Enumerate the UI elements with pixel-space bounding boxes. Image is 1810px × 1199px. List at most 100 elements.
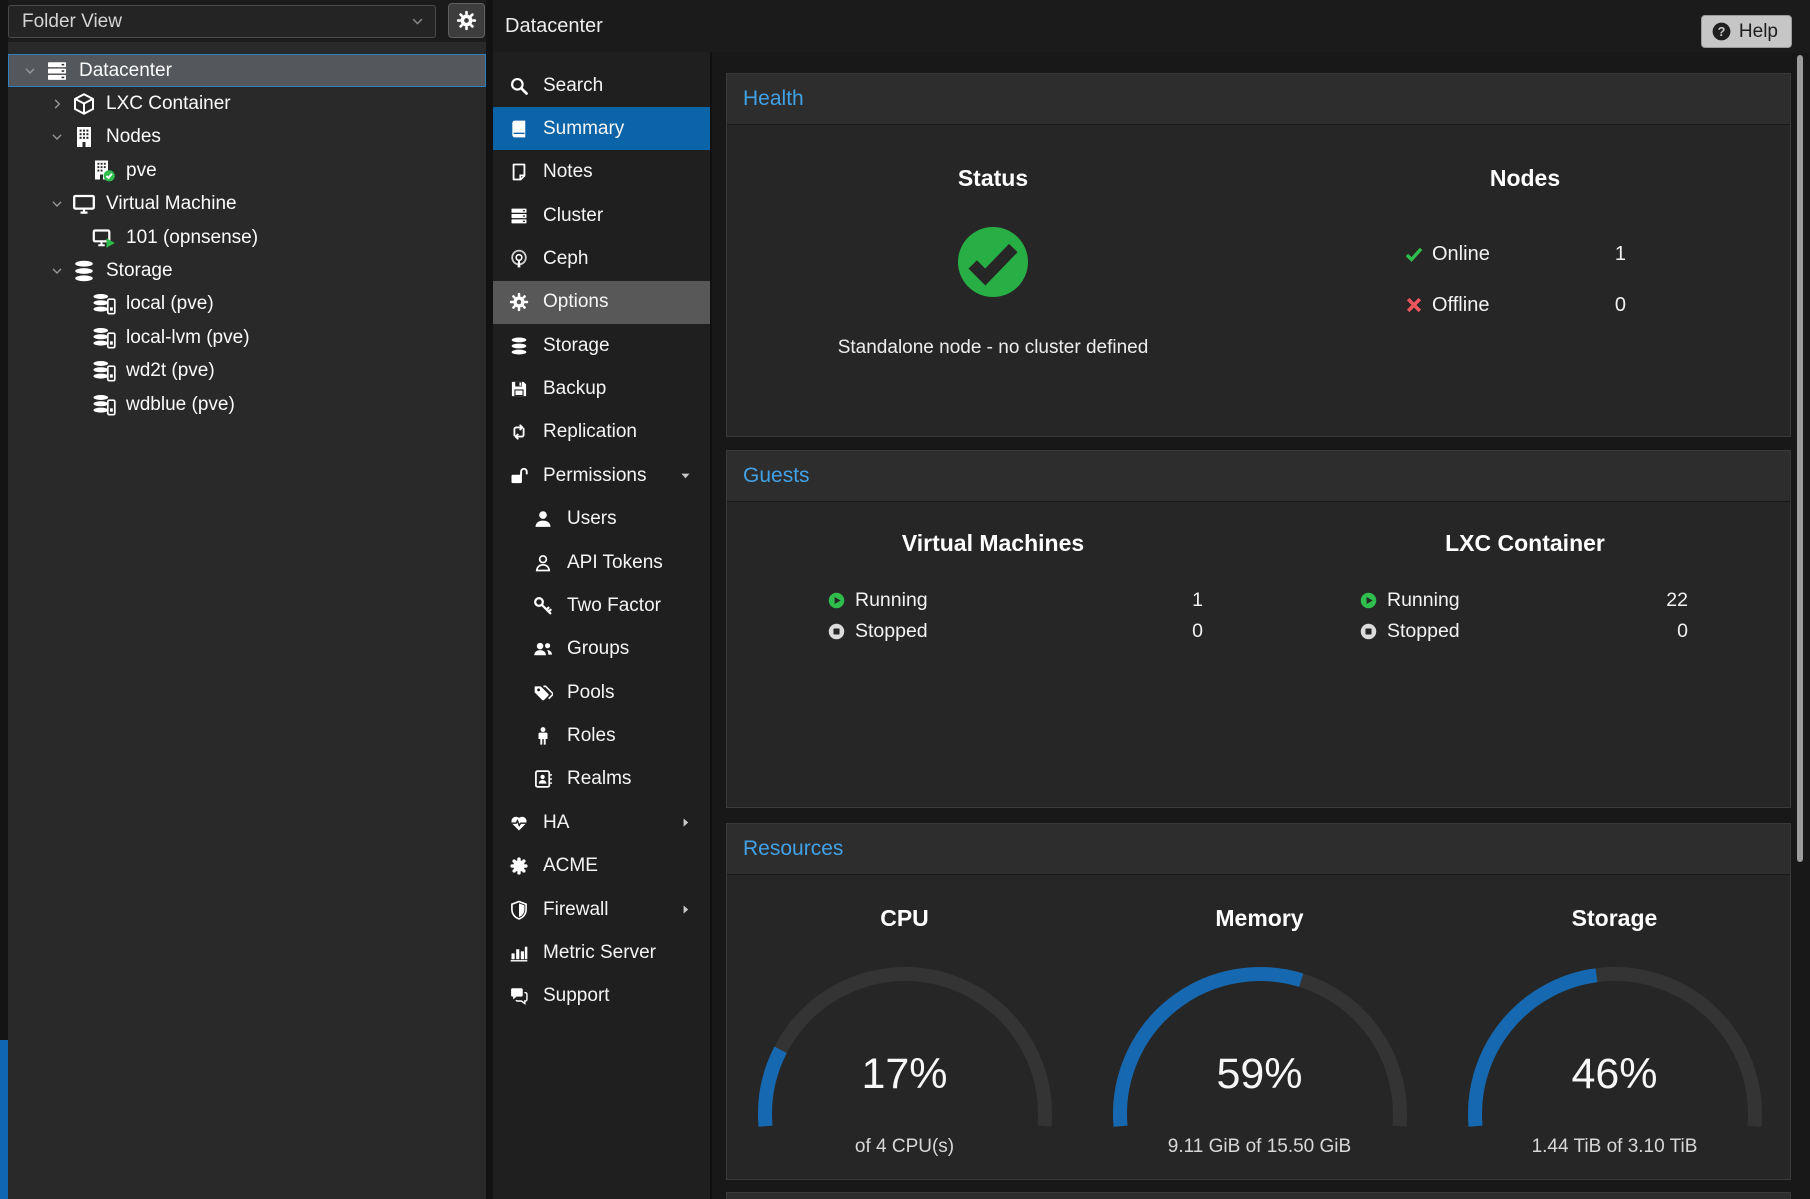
menu-item-users[interactable]: Users (493, 498, 710, 541)
chevron-down-icon (50, 130, 64, 144)
database-icon (70, 259, 97, 283)
tree-item-virtual-machine[interactable]: Virtual Machine (8, 188, 486, 221)
window-edge-accent (0, 1040, 8, 1199)
menu-item-groups[interactable]: Groups (493, 628, 710, 671)
caret-down-icon[interactable] (679, 469, 692, 482)
chevron-down-icon[interactable] (44, 130, 70, 144)
menu-item-permissions[interactable]: Permissions (493, 454, 710, 497)
menu-item-ha[interactable]: HA (493, 801, 710, 844)
chevron-down-icon[interactable] (44, 197, 70, 211)
search-icon (509, 76, 529, 96)
chevron-right-icon[interactable] (44, 97, 70, 111)
gauge-memory: Memory59%9.11 GiB of 15.50 GiB (1082, 875, 1437, 1179)
bar-chart-icon (509, 943, 529, 963)
datacenter-menu: SearchSummaryNotesClusterCeph Options Stor… (493, 52, 712, 1199)
guest-row-value: 1 (1192, 589, 1203, 612)
chevron-down-icon[interactable] (44, 264, 70, 278)
user-icon (533, 509, 553, 529)
menu-item-options[interactable]: Options (493, 281, 710, 324)
gauge-storage: Storage46%1.44 TiB of 3.10 TiB (1437, 875, 1792, 1179)
gear-icon (456, 10, 477, 31)
menu-item-label: Realms (567, 768, 631, 790)
menu-item-support[interactable]: Support (493, 975, 710, 1018)
summary-content: Health Status Standalone node - no clust… (714, 52, 1810, 1199)
help-button[interactable]: ? Help (1701, 15, 1792, 48)
tree-item-101-opnsense[interactable]: 101 (opnsense) (8, 221, 486, 254)
menu-item-backup[interactable]: Backup (493, 368, 710, 411)
tree-item-label: local (pve) (126, 293, 214, 315)
tree-item-storage[interactable]: Storage (8, 254, 486, 287)
gauge-arc (755, 964, 1055, 1132)
menu-item-roles[interactable]: Roles (493, 715, 710, 758)
gauge-sublabel: 1.44 TiB of 3.10 TiB (1437, 1136, 1792, 1158)
menu-item-label: Options (543, 291, 608, 313)
tree-settings-button[interactable] (448, 3, 485, 38)
nodes-heading: Nodes (1259, 165, 1791, 192)
menu-item-firewall[interactable]: Firewall (493, 888, 710, 931)
caret-right-icon (679, 903, 692, 916)
key-icon (531, 596, 555, 616)
menu-item-acme[interactable]: ACME (493, 845, 710, 888)
cube-icon (72, 92, 96, 116)
health-panel: Health Status Standalone node - no clust… (726, 73, 1791, 437)
view-mode-select[interactable]: Folder View (8, 5, 436, 38)
menu-item-notes[interactable]: Notes (493, 151, 710, 194)
menu-item-pools[interactable]: Pools (493, 671, 710, 714)
menu-item-label: Backup (543, 378, 606, 400)
search-icon (507, 76, 531, 96)
menu-item-ceph[interactable]: Ceph (493, 237, 710, 280)
play-circle-icon (1359, 591, 1378, 610)
gauge-heading: Memory (1082, 905, 1437, 932)
male-icon (531, 726, 555, 746)
check-circle-icon (951, 220, 1035, 304)
badge-icon (507, 856, 531, 876)
gear-icon (507, 292, 531, 312)
shield-icon (509, 900, 529, 920)
tree-item-local-lvm-pve[interactable]: local-lvm (pve) (8, 321, 486, 354)
menu-item-label: ACME (543, 855, 598, 877)
menu-item-metric-server[interactable]: Metric Server (493, 931, 710, 974)
menu-item-replication[interactable]: Replication (493, 411, 710, 454)
male-icon (533, 726, 553, 746)
panel-divider[interactable] (486, 0, 493, 1199)
database-hdd-icon (92, 292, 116, 316)
caret-right-icon[interactable] (679, 903, 692, 916)
users-icon (533, 639, 553, 659)
server-icon (45, 59, 69, 83)
menu-item-cluster[interactable]: Cluster (493, 194, 710, 237)
chevron-down-icon (23, 64, 37, 78)
guests-panel-header: Guests (727, 451, 1790, 502)
tree-item-label: Virtual Machine (106, 193, 237, 215)
guest-row-label: Stopped (855, 620, 928, 643)
check-icon (1404, 244, 1424, 264)
vertical-scrollbar[interactable] (1797, 55, 1803, 862)
guest-row-running: Running22 (1359, 586, 1791, 614)
building-icon (70, 125, 97, 149)
menu-item-search[interactable]: Search (493, 64, 710, 107)
tree-item-wd2t-pve[interactable]: wd2t (pve) (8, 355, 486, 388)
menu-item-two-factor[interactable]: Two Factor (493, 584, 710, 627)
tree-item-local-pve[interactable]: local (pve) (8, 288, 486, 321)
guest-row-value: 0 (1677, 620, 1688, 643)
gauge-percent: 59% (1082, 1050, 1437, 1099)
tree-item-pve[interactable]: pve (8, 154, 486, 187)
gauge-heading: CPU (727, 905, 1082, 932)
menu-item-summary[interactable]: Summary (493, 107, 710, 150)
menu-item-api-tokens[interactable]: API Tokens (493, 541, 710, 584)
caret-right-icon[interactable] (679, 816, 692, 829)
chevron-down-icon[interactable] (17, 64, 43, 78)
question-circle-icon: ? (1711, 21, 1732, 42)
menu-item-realms[interactable]: Realms (493, 758, 710, 801)
database-icon (72, 259, 96, 283)
tree-item-wdblue-pve[interactable]: wdblue (pve) (8, 388, 486, 421)
unlock-icon (507, 466, 531, 486)
database-hdd-icon (90, 359, 117, 383)
cube-icon (70, 92, 97, 116)
menu-item-storage[interactable]: Storage (493, 324, 710, 367)
tree-item-lxc-container[interactable]: LXC Container (8, 87, 486, 120)
tree-item-nodes[interactable]: Nodes (8, 121, 486, 154)
user-o-icon (533, 553, 553, 573)
menu-item-label: Groups (567, 638, 629, 660)
tree-item-datacenter[interactable]: Datacenter (8, 54, 486, 87)
guest-row-label: Running (855, 589, 928, 612)
